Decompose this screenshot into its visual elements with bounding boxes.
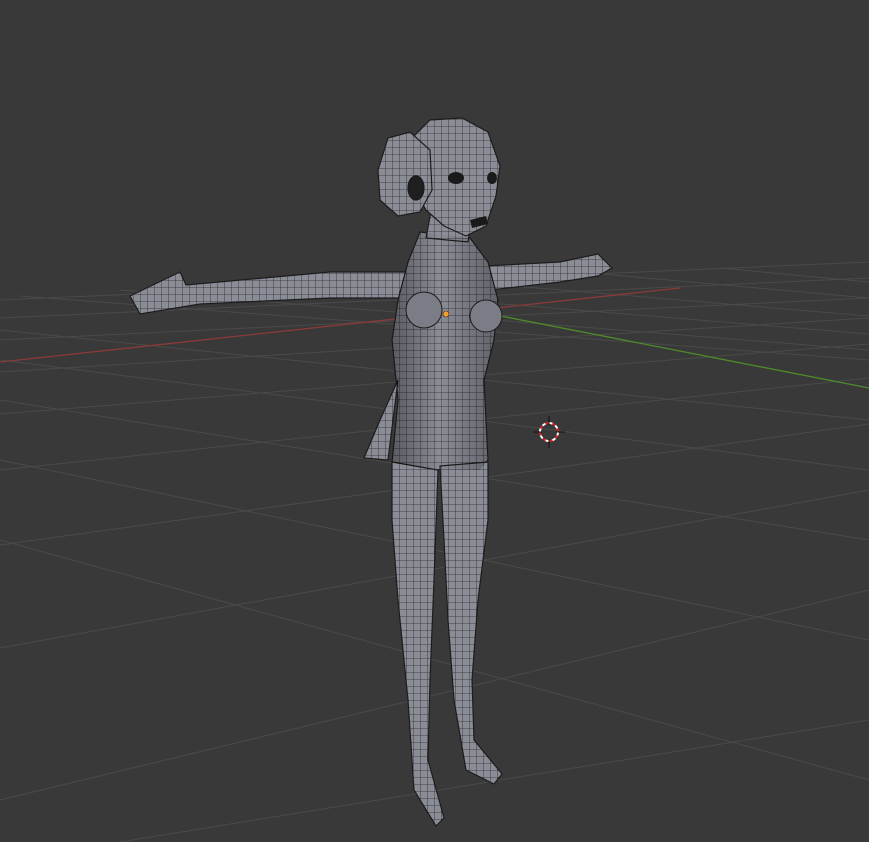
3d-cursor-icon[interactable] xyxy=(533,416,565,448)
left-leg-mesh[interactable] xyxy=(391,461,445,827)
viewport-canvas[interactable] xyxy=(0,0,869,842)
left-chest-detail xyxy=(405,291,443,329)
right-chest-detail xyxy=(469,299,503,333)
right-eye xyxy=(487,172,497,184)
torso-shading xyxy=(392,232,498,470)
right-arm-mesh[interactable] xyxy=(484,253,613,291)
ear-hole xyxy=(407,175,425,201)
ear-mesh[interactable] xyxy=(377,131,433,217)
right-leg-mesh[interactable] xyxy=(439,461,503,785)
3d-viewport[interactable] xyxy=(0,0,869,842)
left-arm-mesh[interactable] xyxy=(129,271,416,315)
object-origin-icon[interactable] xyxy=(442,310,450,318)
left-eye xyxy=(448,172,464,184)
character-mesh[interactable] xyxy=(129,117,613,827)
